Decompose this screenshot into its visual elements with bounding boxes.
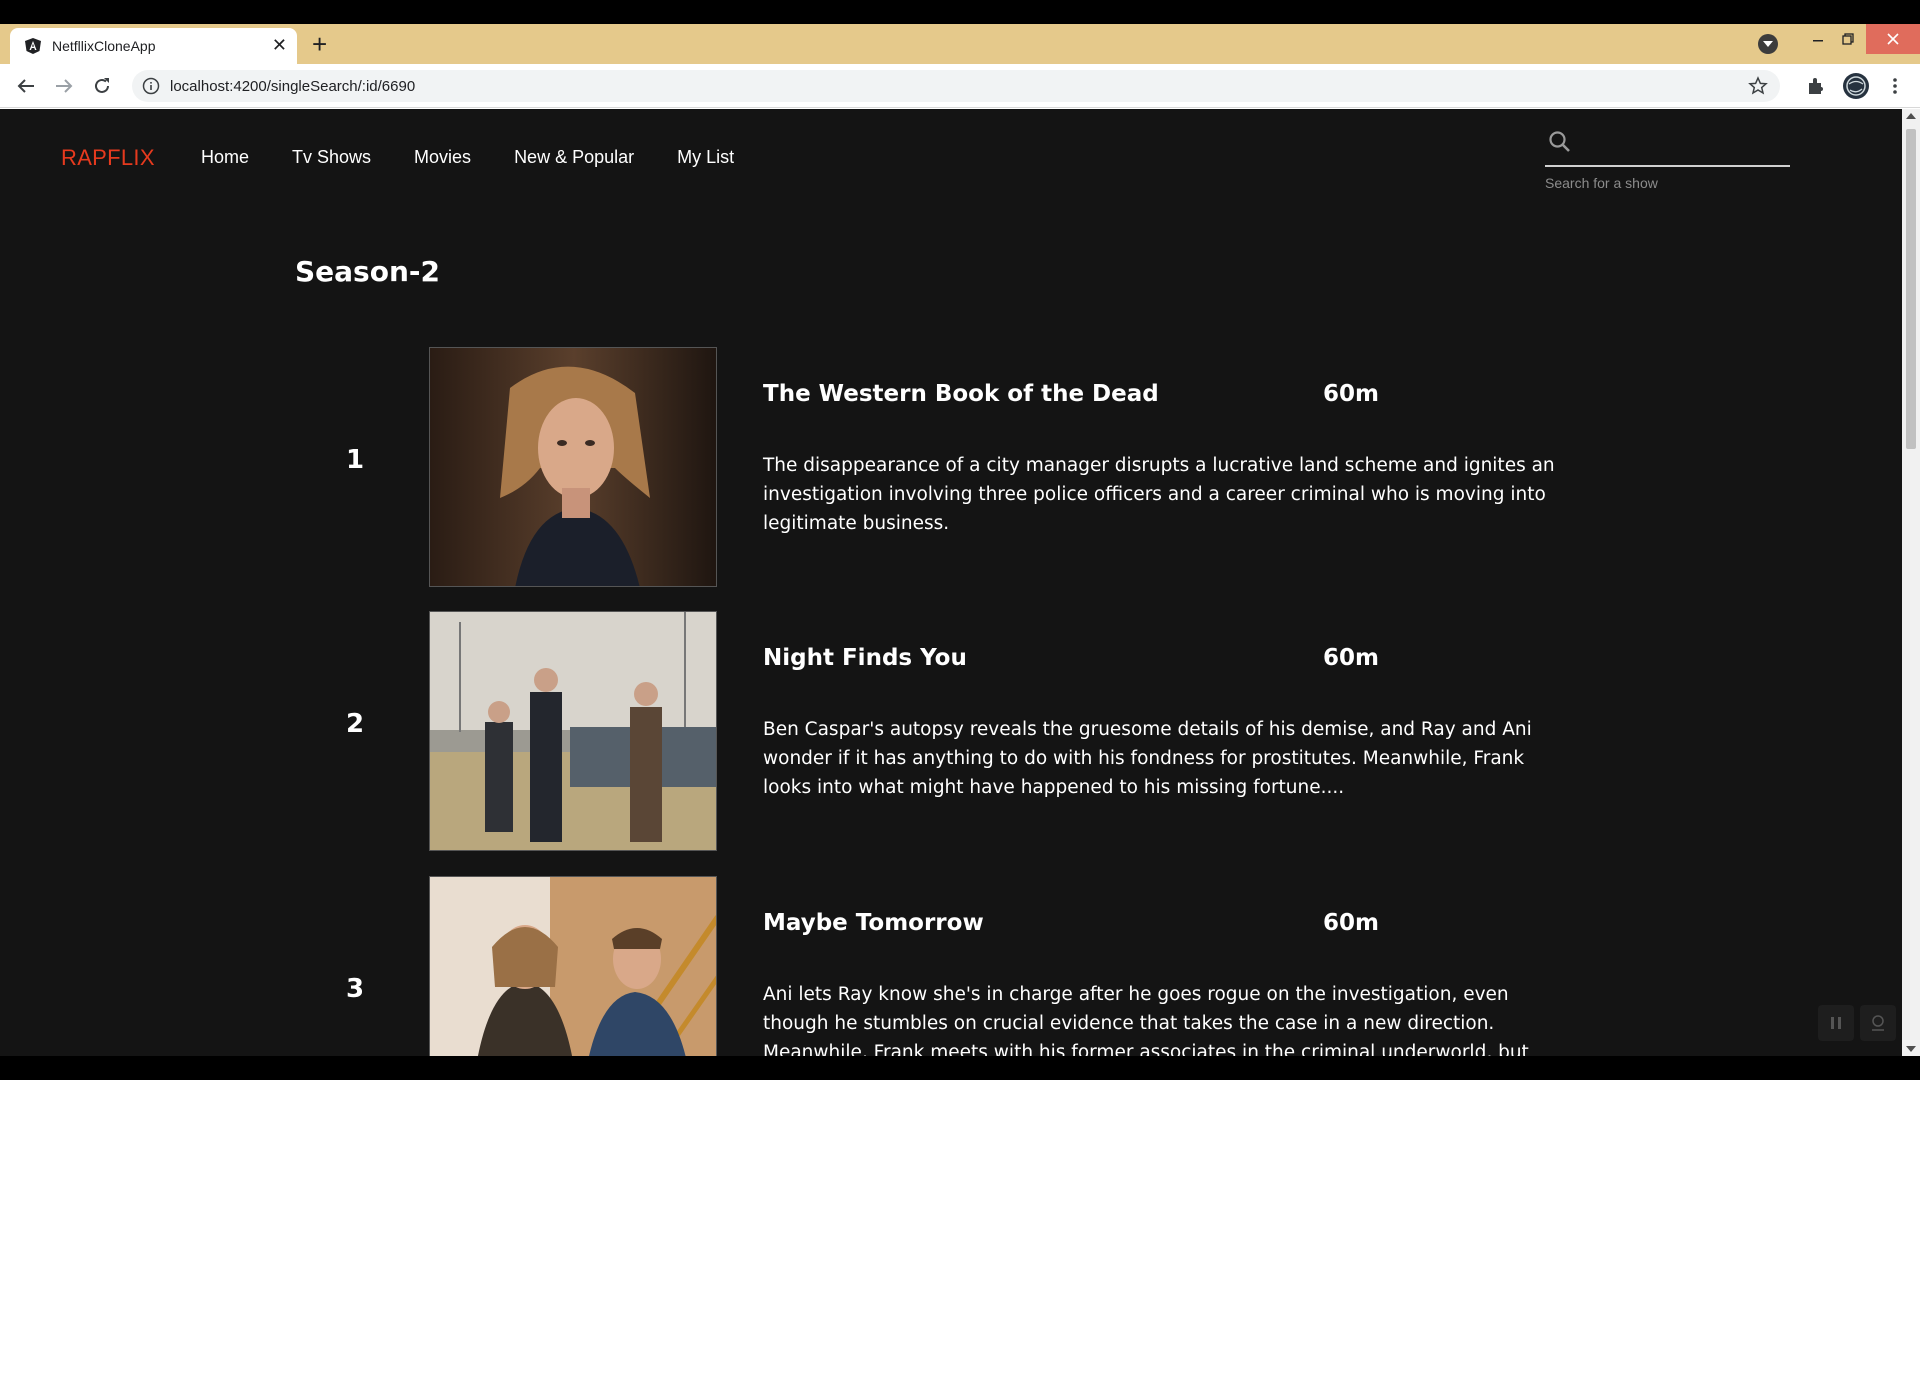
episode-description: Ani lets Ray know she's in charge after … bbox=[763, 984, 1529, 1056]
browser-tab[interactable]: NetfllixCloneApp ✕ bbox=[10, 28, 297, 64]
tab-close-icon[interactable]: ✕ bbox=[272, 35, 287, 55]
scroll-up-icon[interactable] bbox=[1906, 113, 1916, 119]
window-close-icon[interactable] bbox=[1866, 24, 1920, 54]
nav-link-my-list[interactable]: My List bbox=[677, 147, 734, 168]
nav-link-home[interactable]: Home bbox=[201, 147, 249, 168]
episode-thumbnail[interactable] bbox=[429, 611, 717, 851]
screen-capture-icon[interactable] bbox=[1860, 1005, 1896, 1041]
url-text: localhost:4200/singleSearch/:id/6690 bbox=[170, 78, 416, 95]
browser-menu-icon[interactable] bbox=[1888, 76, 1902, 96]
bookmark-star-icon[interactable] bbox=[1748, 76, 1768, 96]
page-scrollbar[interactable] bbox=[1902, 109, 1920, 1056]
tab-search-icon[interactable] bbox=[1758, 34, 1778, 54]
nav-link-new-popular[interactable]: New & Popular bbox=[514, 147, 634, 168]
forward-arrow-icon[interactable] bbox=[52, 74, 76, 98]
episode-title: Maybe Tomorrow bbox=[763, 910, 984, 936]
search-icon[interactable] bbox=[1547, 129, 1573, 155]
window-bottom-edge bbox=[0, 1056, 1920, 1080]
address-bar[interactable]: localhost:4200/singleSearch/:id/6690 bbox=[132, 70, 1780, 102]
episode-runtime: 60m bbox=[1323, 381, 1379, 407]
nav-link-movies[interactable]: Movies bbox=[414, 147, 471, 168]
page-viewport: RAPFLIX Home Tv Shows Movies New & Popul… bbox=[0, 109, 1920, 1056]
minimize-icon[interactable] bbox=[1806, 28, 1830, 52]
back-arrow-icon[interactable] bbox=[14, 74, 38, 98]
restore-icon[interactable] bbox=[1836, 28, 1860, 52]
episode-description: The disappearance of a city manager disr… bbox=[763, 455, 1555, 534]
episode-number: 2 bbox=[345, 709, 365, 739]
show-search: Search for a show bbox=[1545, 125, 1790, 195]
reload-icon[interactable] bbox=[90, 74, 114, 98]
search-underline bbox=[1545, 165, 1790, 167]
episode-runtime: 60m bbox=[1323, 645, 1379, 671]
nav-link-tv-shows[interactable]: Tv Shows bbox=[292, 147, 371, 168]
angular-icon bbox=[25, 38, 41, 54]
new-tab-icon[interactable]: + bbox=[312, 28, 327, 60]
episode-thumbnail[interactable] bbox=[429, 876, 717, 1056]
scroll-down-icon[interactable] bbox=[1906, 1046, 1916, 1052]
search-input[interactable] bbox=[1583, 129, 1783, 159]
episode-row[interactable]: 1 The Western Book of the Dead 60m The d… bbox=[0, 347, 1920, 587]
scroll-thumb[interactable] bbox=[1906, 129, 1916, 449]
episode-title: The Western Book of the Dead bbox=[763, 381, 1159, 407]
browser-toolbar: localhost:4200/singleSearch/:id/6690 bbox=[0, 64, 1920, 108]
pause-icon[interactable] bbox=[1818, 1005, 1854, 1041]
episode-row[interactable]: 2 Night Finds You 60m Ben Caspar's autop… bbox=[0, 611, 1920, 851]
profile-avatar[interactable] bbox=[1843, 73, 1869, 99]
search-hint: Search for a show bbox=[1545, 175, 1658, 191]
episode-row[interactable]: 3 Maybe Tomorrow 60m Ani lets Ray know s… bbox=[0, 876, 1920, 1056]
tab-title: NetfllixCloneApp bbox=[52, 38, 156, 54]
browser-tab-bar: NetfllixCloneApp ✕ + bbox=[0, 24, 1920, 64]
episode-thumbnail[interactable] bbox=[429, 347, 717, 587]
site-info-icon[interactable] bbox=[142, 77, 160, 95]
main-nav: Home Tv Shows Movies New & Popular My Li… bbox=[201, 147, 777, 168]
episode-number: 3 bbox=[345, 974, 365, 1004]
episode-description: Ben Caspar's autopsy reveals the gruesom… bbox=[763, 719, 1532, 798]
window-top-edge bbox=[0, 0, 1920, 24]
season-title: Season-2 bbox=[295, 255, 440, 288]
extensions-icon[interactable] bbox=[1806, 76, 1826, 96]
episode-title: Night Finds You bbox=[763, 645, 967, 671]
episode-runtime: 60m bbox=[1323, 910, 1379, 936]
brand-logo[interactable]: RAPFLIX bbox=[61, 145, 155, 171]
episode-number: 1 bbox=[345, 445, 365, 475]
